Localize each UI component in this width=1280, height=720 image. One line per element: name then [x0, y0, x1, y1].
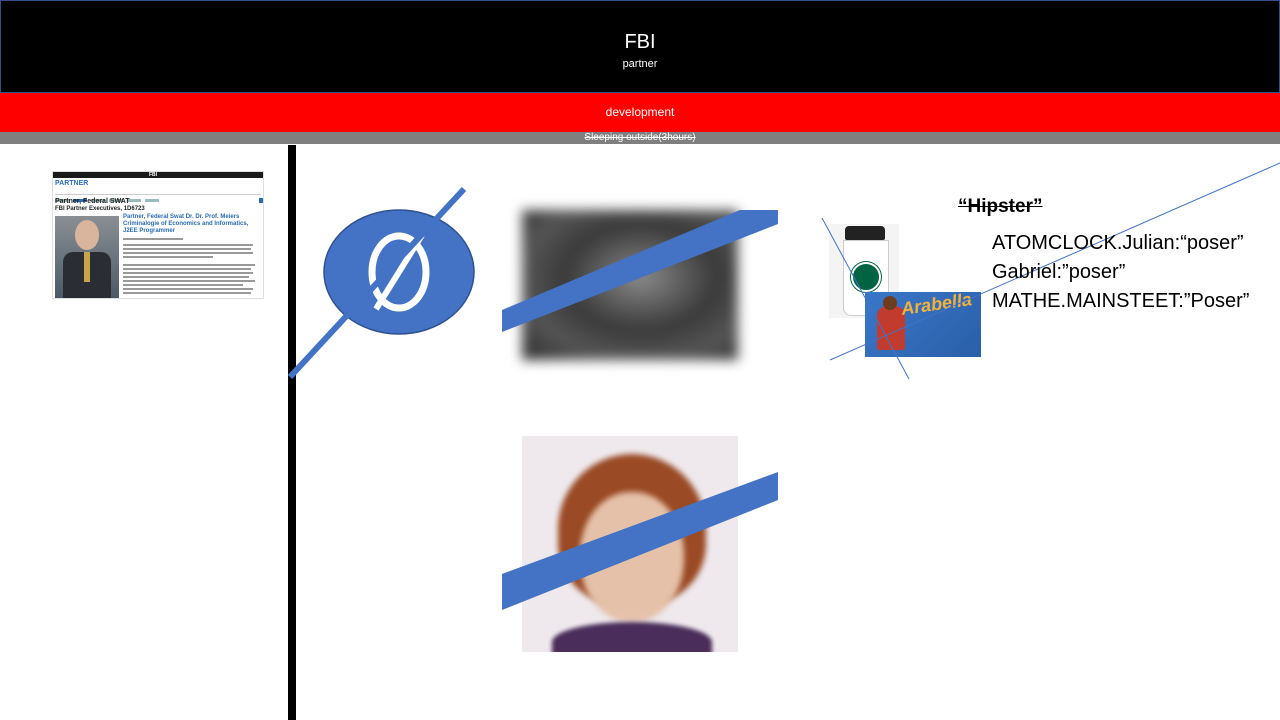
strikethrough-status-bar: Sleeping outside(3hours)	[0, 132, 1280, 144]
hipster-title: “Hipster”	[958, 196, 1043, 217]
fbi-partner-page-thumbnail: FBI PARTNER Partner, Federal SWAT FBI Pa…	[52, 171, 264, 299]
thumbnail-site-name: FBI	[149, 172, 158, 178]
header-banner: FBI partner	[0, 0, 1280, 93]
arabella-image: Arabella	[865, 292, 981, 357]
thumbnail-page-heading: Partner, Federal SWAT	[55, 198, 130, 205]
poser-line-1: ATOMCLOCK.Julian:“poser”	[992, 232, 1244, 254]
development-bar: development	[0, 93, 1280, 132]
poser-line-3: MATHE.MAINSTEET:”Poser”	[992, 290, 1250, 312]
thumbnail-print-icon	[259, 198, 263, 203]
coffee-logo-icon	[851, 262, 881, 292]
header-title: FBI	[624, 31, 656, 53]
partner-portrait	[55, 216, 119, 298]
blurred-photo-man	[502, 210, 778, 362]
poser-line-2: Gabriel:”poser”	[992, 261, 1126, 283]
thumbnail-subheading: FBI Partner Executives, 1D6723	[55, 206, 145, 212]
slashed-zero-symbol	[288, 185, 478, 385]
header-subtitle: partner	[622, 58, 658, 70]
thumbnail-topbar: FBI	[53, 172, 263, 178]
thumbnail-profile-title: Partner, Federal Swat Dr. Dr. Prof. Meie…	[123, 214, 249, 234]
blurred-photo-woman	[502, 436, 778, 652]
thumbnail-nav	[55, 189, 261, 202]
thumbnail-section-heading: PARTNER	[55, 180, 89, 187]
